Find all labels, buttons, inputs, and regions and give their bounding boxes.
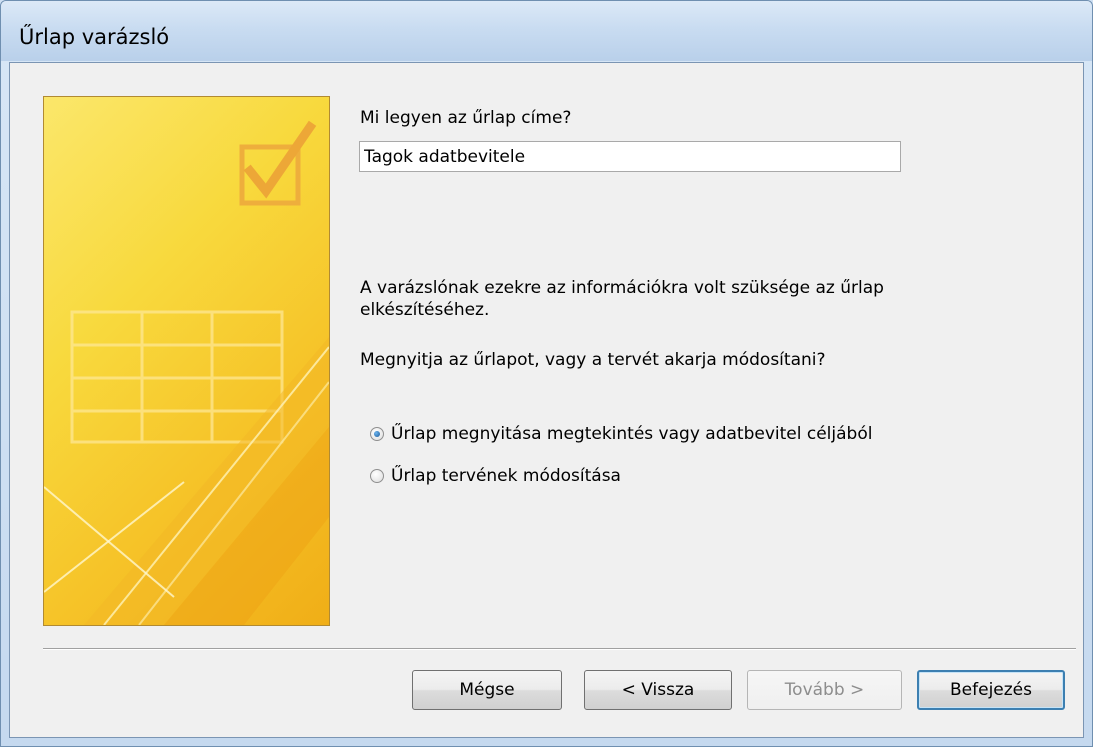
form-title-label: Mi legyen az űrlap címe?	[360, 108, 572, 128]
wizard-window: Űrlap varázsló Mi legyen az űrlap címe? …	[0, 0, 1093, 747]
separator	[43, 648, 1076, 650]
next-button[interactable]: Tovább >	[747, 670, 902, 710]
open-or-modify-prompt: Megnyitja az űrlapot, vagy a tervét akar…	[360, 350, 826, 370]
checkmark-illustration-icon	[44, 120, 329, 625]
back-button[interactable]: < Vissza	[584, 670, 732, 710]
form-title-input[interactable]	[359, 141, 901, 172]
title-bar[interactable]: Űrlap varázsló	[1, 1, 1092, 61]
radio-modify-design[interactable]: Űrlap tervének módosítása	[370, 466, 621, 486]
radio-open-form[interactable]: Űrlap megnyitása megtekintés vagy adatbe…	[370, 424, 872, 444]
info-message: A varázslónak ezekre az információkra vo…	[360, 278, 884, 320]
radio-button-checked-icon[interactable]	[370, 427, 384, 441]
cancel-button[interactable]: Mégse	[412, 670, 562, 710]
radio-open-form-label: Űrlap megnyitása megtekintés vagy adatbe…	[391, 424, 873, 444]
radio-modify-design-label: Űrlap tervének módosítása	[391, 466, 621, 486]
finish-button[interactable]: Befejezés	[917, 670, 1065, 710]
radio-button-icon[interactable]	[370, 469, 384, 483]
wizard-illustration	[43, 96, 330, 626]
dialog-body: Mi legyen az űrlap címe? A varázslónak e…	[9, 62, 1084, 738]
window-title: Űrlap varázsló	[19, 25, 170, 49]
